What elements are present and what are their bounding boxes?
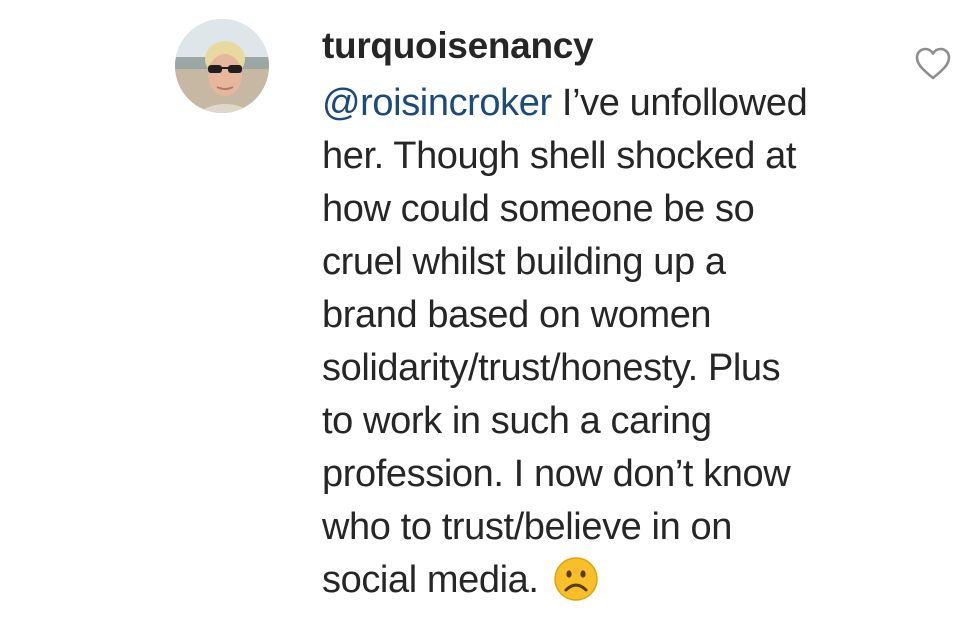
frowning-face-emoji-icon [553,557,598,601]
comment-line: who to trust/believe in on [322,506,732,548]
comment-line: to work in such a caring [322,400,712,442]
comment-text: @roisincroker I’ve unfollowed her. Thoug… [322,77,882,607]
comment-body: turquoisenancy @roisincroker I’ve unfoll… [322,24,882,607]
comment-line: cruel whilst building up a [322,241,726,283]
comment-line-text: I’ve unfollowed [551,82,808,124]
comment-username[interactable]: turquoisenancy [322,24,882,68]
comment-line: her. Though shell shocked at [322,135,796,177]
comment-line: profession. I now don’t know [322,453,791,495]
mention-link[interactable]: @roisincroker [322,82,552,124]
comment-line-text: social media. [322,559,549,601]
avatar[interactable] [175,19,269,113]
comment-line: how could someone be so [322,188,755,230]
avatar-image [175,19,269,113]
comment-line: solidarity/trust/honesty. Plus [322,347,781,389]
comment-line: brand based on women [322,294,712,336]
heart-icon[interactable] [914,46,952,82]
comment-line: social media. [322,554,882,607]
comment-line: @roisincroker I’ve unfollowed [322,77,882,130]
comment: turquoisenancy @roisincroker I’ve unfoll… [0,0,980,620]
